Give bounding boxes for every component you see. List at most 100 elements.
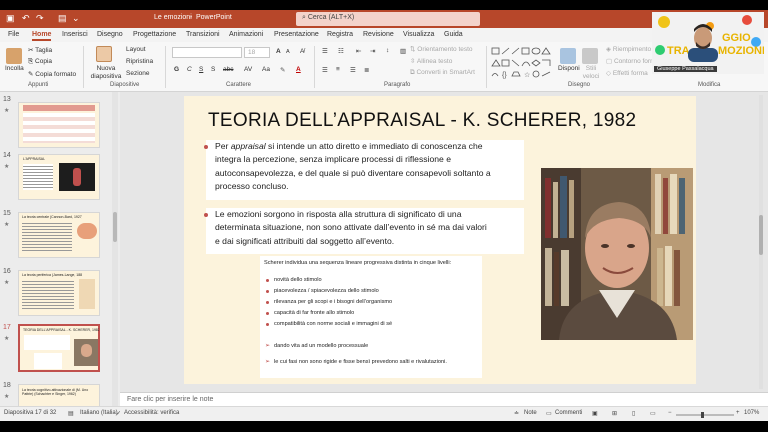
tab-animations[interactable]: Animazioni: [229, 31, 263, 38]
group-slides: Diapositive: [110, 82, 140, 88]
accessibility-status[interactable]: Accessibilità: verifica: [124, 410, 179, 416]
text-direction-button[interactable]: ⇅ Orientamento testo: [410, 45, 473, 53]
line-spacing-icon[interactable]: ↕: [386, 47, 389, 54]
tab-transitions[interactable]: Transizioni: [186, 31, 220, 38]
zoom-out-icon[interactable]: −: [668, 410, 672, 416]
accessibility-icon[interactable]: ✓: [116, 410, 121, 417]
spellcheck-icon[interactable]: ▤: [68, 410, 74, 417]
search-box[interactable]: ⌕ Cerca (ALT+X): [296, 12, 480, 26]
tab-file[interactable]: File: [8, 31, 19, 38]
zoom-slider[interactable]: [676, 412, 734, 418]
scherer-photo[interactable]: [541, 168, 693, 340]
arrange-icon[interactable]: [560, 48, 576, 64]
highlight-icon[interactable]: ✎: [280, 66, 285, 74]
tab-home[interactable]: Home: [32, 31, 52, 41]
zoom-in-icon[interactable]: +: [736, 410, 740, 416]
notes-button[interactable]: Note: [524, 410, 537, 416]
new-slide-icon[interactable]: [96, 46, 112, 62]
slide-sorter-icon[interactable]: ⊞: [612, 410, 617, 417]
slide-thumbnail[interactable]: La teoria centrale (Cannon-Bard, 1927): [18, 212, 100, 258]
comments-icon[interactable]: ▭: [546, 410, 552, 417]
appraisal-levels-box[interactable]: Scherer individua una sequenza lineare p…: [260, 256, 482, 378]
align-right-icon[interactable]: ☰: [350, 66, 356, 74]
tab-insert[interactable]: Inserisci: [62, 31, 88, 38]
justify-icon[interactable]: ≣: [364, 66, 369, 74]
tab-draw[interactable]: Disegno: [97, 31, 123, 38]
customize-icon[interactable]: ⌄: [72, 13, 80, 24]
tab-design[interactable]: Progettazione: [133, 31, 176, 38]
font-color-icon[interactable]: A: [296, 66, 301, 73]
slide-thumbnail[interactable]: [18, 102, 100, 148]
underline-icon[interactable]: S: [199, 66, 203, 73]
new-slide-button[interactable]: Nuova diapositiva: [90, 65, 122, 81]
quick-styles-icon[interactable]: [582, 48, 598, 64]
level-item: compatibilità con norme sociali e immagi…: [274, 321, 393, 327]
outdent-icon[interactable]: ⇤: [356, 47, 361, 55]
case-icon[interactable]: Aa: [262, 66, 270, 73]
notes-icon[interactable]: ≐: [514, 410, 519, 417]
reading-view-icon[interactable]: ▯: [632, 410, 635, 417]
cut-button[interactable]: ✂ Taglia: [28, 46, 52, 54]
shadow-icon[interactable]: S: [211, 66, 215, 73]
webcam-text-3: MOZIONI: [718, 45, 764, 57]
present-icon[interactable]: ▤: [58, 13, 67, 24]
grow-font-icon[interactable]: A: [276, 48, 281, 55]
strikethrough-icon[interactable]: abc: [223, 66, 233, 73]
paste-icon[interactable]: [6, 48, 22, 64]
thumbnail-scrollbar[interactable]: [112, 92, 118, 406]
comments-button[interactable]: Commenti: [555, 410, 582, 416]
shape-effects-button[interactable]: ◇ Effetti forma: [606, 69, 648, 77]
numbering-icon[interactable]: ☷: [338, 47, 344, 55]
slide-thumbnail[interactable]: La teoria periferica (James-Lange, 1884): [18, 270, 100, 316]
align-left-icon[interactable]: ☰: [322, 66, 328, 74]
quick-styles-button[interactable]: Stili veloci: [578, 65, 604, 81]
arrange-button[interactable]: Disponi: [558, 65, 580, 72]
level-item: piacevolezza / spiacevolezza dello stimo…: [274, 288, 379, 294]
notes-pane[interactable]: Fare clic per inserire le note: [120, 392, 768, 406]
indent-icon[interactable]: ⇥: [370, 47, 375, 55]
font-name-field[interactable]: [172, 47, 242, 58]
bold-icon[interactable]: G: [174, 66, 179, 73]
section-button[interactable]: Sezione: [126, 70, 150, 77]
slide-thumbnail[interactable]: L'APPRAISAL: [18, 154, 100, 200]
slide-title[interactable]: TEORIA DELL’APPRAISAL - K. SCHERER, 1982: [208, 110, 636, 132]
language-status[interactable]: Italiano (Italia): [80, 410, 118, 416]
shape-fill-button[interactable]: ◈ Riempimento: [606, 45, 651, 53]
layout-button[interactable]: Layout: [126, 46, 146, 53]
slide[interactable]: TEORIA DELL’APPRAISAL - K. SCHERER, 1982…: [184, 96, 696, 384]
italic-icon[interactable]: C: [187, 66, 192, 73]
align-text-button[interactable]: ⇳ Allinea testo: [410, 57, 452, 65]
tab-record[interactable]: Registra: [327, 31, 353, 38]
smartart-button[interactable]: ⧉ Converti in SmartArt: [410, 69, 475, 77]
scrollbar-thumb[interactable]: [113, 212, 117, 242]
normal-view-icon[interactable]: ▣: [592, 410, 598, 417]
columns-icon[interactable]: ▥: [400, 47, 406, 55]
tab-help[interactable]: Guida: [444, 31, 463, 38]
definition-box[interactable]: Per appraisal si intende un atto diretto…: [204, 140, 524, 200]
format-painter-button[interactable]: ✎ Copia formato: [28, 70, 76, 78]
clear-format-icon[interactable]: A̸: [300, 48, 304, 55]
paste-button[interactable]: Incolla: [5, 65, 24, 72]
tab-slideshow[interactable]: Presentazione: [274, 31, 319, 38]
spacing-icon[interactable]: AV: [244, 66, 252, 73]
canvas-scrollbar[interactable]: [756, 92, 766, 392]
emotion-origin-box[interactable]: Le emozioni sorgono in risposta alla str…: [204, 208, 524, 254]
font-size-field[interactable]: 18: [244, 47, 270, 58]
redo-icon[interactable]: ↷: [36, 13, 44, 24]
arrow-icon: ➢: [265, 343, 271, 349]
autosave-icon[interactable]: ▣: [6, 13, 15, 24]
tab-view[interactable]: Visualizza: [403, 31, 434, 38]
copy-button[interactable]: ⎘ Copia: [28, 58, 52, 66]
shapes-gallery[interactable]: {} ☆: [490, 46, 554, 80]
tab-review[interactable]: Revisione: [363, 31, 394, 38]
undo-icon[interactable]: ↶: [22, 13, 30, 24]
zoom-level[interactable]: 107%: [744, 410, 759, 416]
slide-thumbnail[interactable]: La teoria cognitivo-attivazionale di (M.…: [18, 384, 100, 406]
shrink-font-icon[interactable]: A: [286, 49, 290, 55]
align-center-icon[interactable]: ≡: [336, 66, 340, 73]
search-placeholder: Cerca (ALT+X): [307, 14, 355, 21]
bullets-icon[interactable]: ☰: [322, 47, 328, 55]
slideshow-view-icon[interactable]: ▭: [650, 410, 656, 417]
slide-thumbnail-selected[interactable]: TEORIA DELL'APPRAISAL - K. SCHERER, 1982: [18, 324, 100, 372]
reset-button[interactable]: Ripristina: [126, 58, 153, 65]
